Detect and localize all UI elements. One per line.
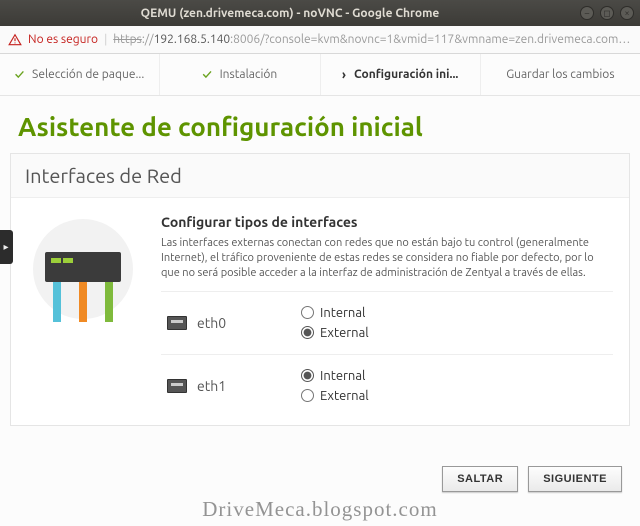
skip-button[interactable]: SALTAR [442, 466, 518, 492]
nic-icon [167, 316, 187, 330]
step-initial-config[interactable]: › Configuración ini... [321, 54, 481, 95]
window-close-button[interactable]: × [620, 6, 634, 20]
network-illustration [19, 214, 147, 417]
insecure-warning-icon [8, 33, 22, 47]
check-icon: ✓ [202, 68, 211, 82]
eth0-internal-radio[interactable]: Internal [301, 306, 369, 320]
step-save-changes[interactable]: Guardar los cambios [481, 54, 640, 95]
interface-row-eth0: eth0 Internal External [161, 291, 613, 354]
browser-address-bar[interactable]: No es seguro | https://192.168.5.140:800… [0, 26, 640, 54]
interface-name: eth1 [167, 378, 277, 394]
eth1-internal-radio[interactable]: Internal [301, 369, 369, 383]
next-button[interactable]: SIGUIENTE [528, 466, 622, 492]
step-installation[interactable]: ✓ Instalación [160, 54, 320, 95]
window-titlebar: QEMU (zen.drivemeca.com) - noVNC - Googl… [0, 0, 640, 26]
window-minimize-button[interactable]: – [580, 6, 594, 20]
nic-icon [167, 379, 187, 393]
check-icon: ✓ [15, 68, 24, 82]
eth1-external-radio[interactable]: External [301, 389, 369, 403]
section-subtitle: Configurar tipos de interfaces [161, 214, 613, 230]
eth0-external-radio[interactable]: External [301, 326, 369, 340]
not-secure-label: No es seguro [28, 33, 98, 46]
interface-row-eth1: eth1 Internal External [161, 354, 613, 417]
card-header: Interfaces de Red [11, 154, 629, 198]
wizard-steps: ✓ Selección de paque... ✓ Instalación › … [0, 54, 640, 96]
interface-name: eth0 [167, 315, 277, 331]
page-title: Asistente de configuración inicial [0, 96, 640, 153]
network-interfaces-card: Interfaces de Red Configurar tipos de in… [10, 153, 630, 426]
window-title: QEMU (zen.drivemeca.com) - noVNC - Googl… [6, 7, 574, 20]
window-maximize-button[interactable]: ◻ [600, 6, 614, 20]
chevron-right-icon: › [342, 68, 346, 82]
section-description: Las interfaces externas conectan con red… [161, 236, 613, 281]
url-text: https://192.168.5.140:8006/?console=kvm&… [113, 33, 632, 46]
novnc-sidebar-toggle[interactable]: ▸ [0, 230, 13, 264]
watermark-text: DriveMeca.blogspot.com [0, 497, 640, 522]
page-content: ▸ ✓ Selección de paque... ✓ Instalación … [0, 54, 640, 526]
wizard-footer-buttons: SALTAR SIGUIENTE [442, 466, 622, 492]
step-package-selection[interactable]: ✓ Selección de paque... [0, 54, 160, 95]
